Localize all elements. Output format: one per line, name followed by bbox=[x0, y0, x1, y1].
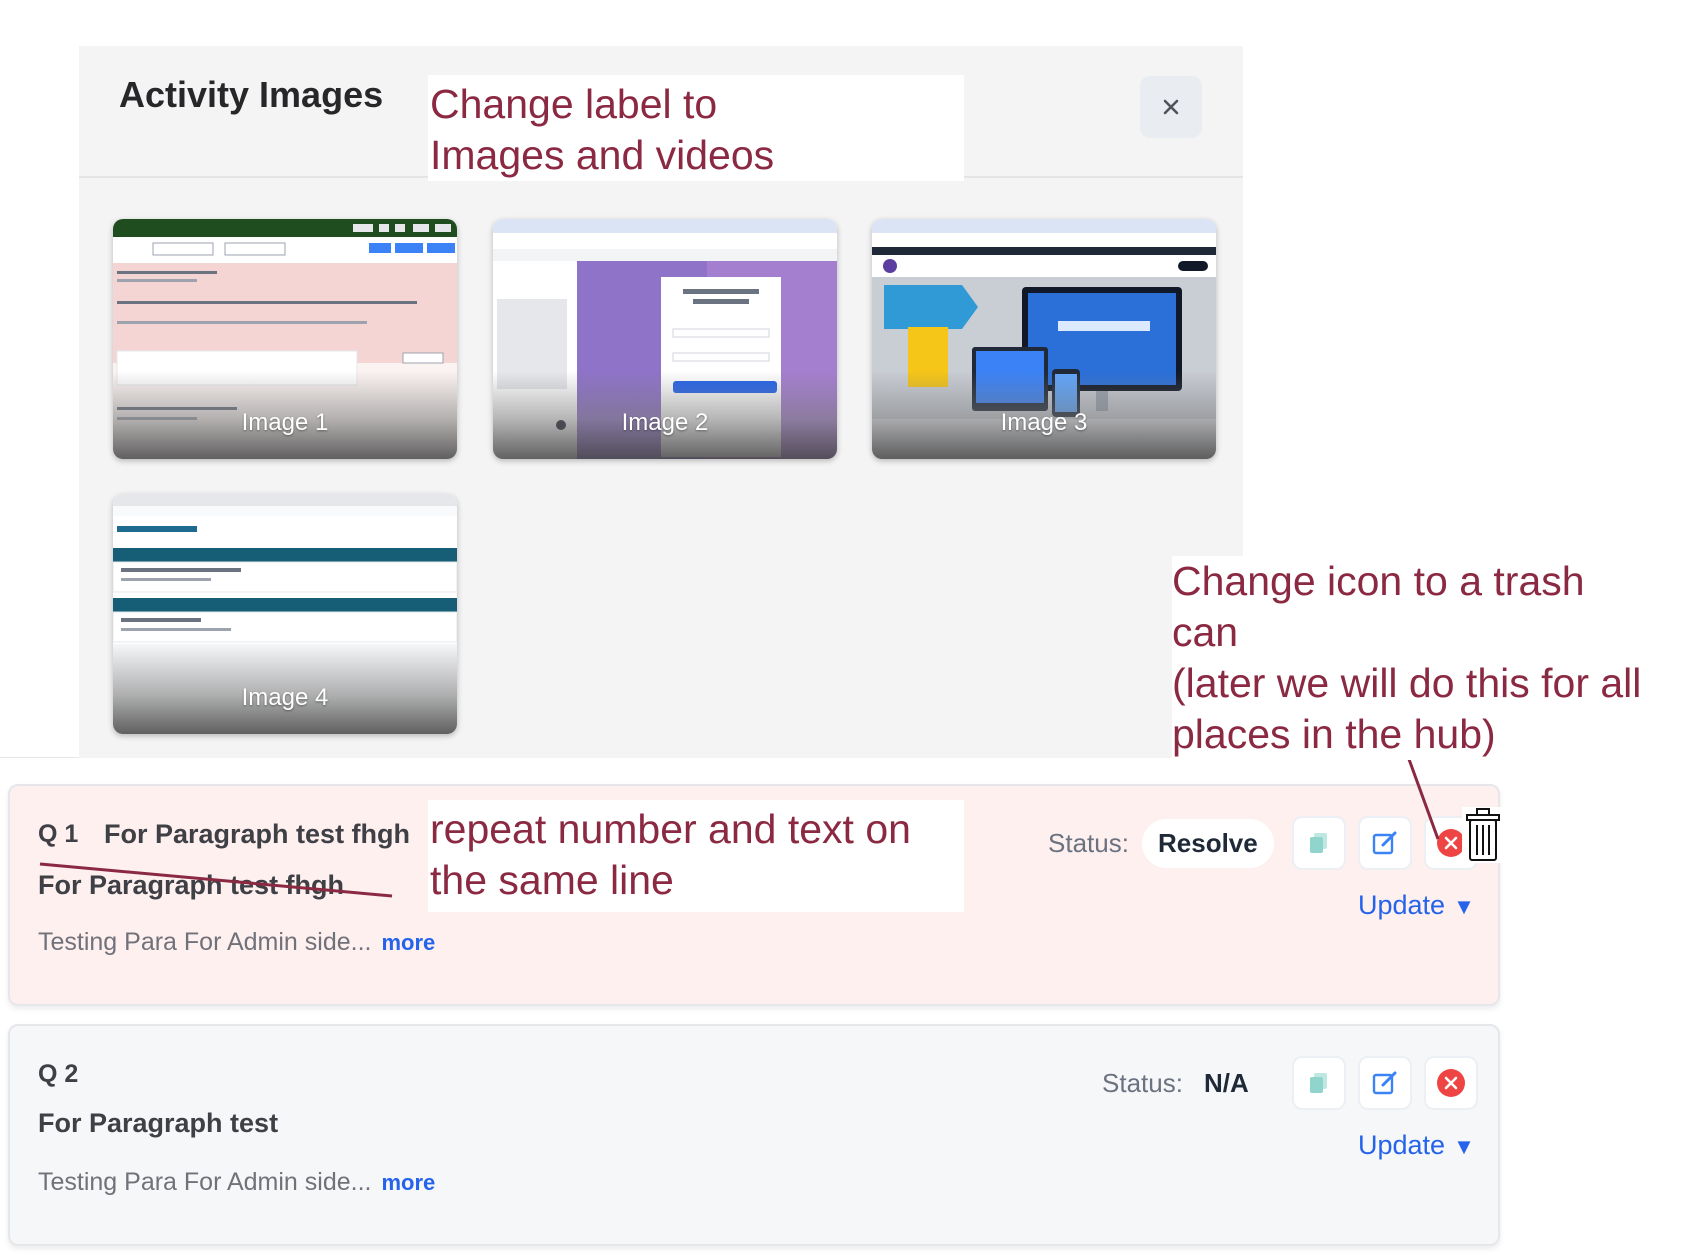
more-link[interactable]: more bbox=[381, 930, 435, 955]
question-description: Testing Para For Admin side... more bbox=[38, 1168, 435, 1197]
description-text: Testing Para For Admin side... bbox=[38, 1168, 372, 1196]
close-button[interactable] bbox=[1140, 76, 1202, 138]
more-link[interactable]: more bbox=[381, 1170, 435, 1195]
delete-button[interactable] bbox=[1424, 1056, 1478, 1110]
description-text: Testing Para For Admin side... bbox=[38, 928, 372, 956]
image-caption: Image 1 bbox=[241, 409, 329, 436]
status-label: Status: bbox=[1048, 828, 1129, 858]
divider bbox=[0, 757, 79, 758]
strikethrough-mark bbox=[39, 862, 393, 898]
question-title: For Paragraph test bbox=[38, 1108, 279, 1138]
update-dropdown[interactable]: Update ▼ bbox=[1358, 1130, 1475, 1161]
modal-title: Activity Images bbox=[119, 74, 384, 115]
edit-icon bbox=[1372, 1071, 1397, 1095]
image-thumbnail-3[interactable]: Image 3 bbox=[872, 219, 1216, 459]
annotation-icon-note: Change icon to a trash can (later we wil… bbox=[1172, 556, 1706, 760]
copy-button[interactable] bbox=[1292, 816, 1346, 870]
copy-button[interactable] bbox=[1292, 1056, 1346, 1110]
question-number: Q 1 bbox=[38, 820, 79, 848]
image-thumbnail-2[interactable]: Image 2 bbox=[493, 219, 837, 459]
image-caption: Image 2 bbox=[621, 409, 709, 436]
edit-button[interactable] bbox=[1358, 1056, 1412, 1110]
image-thumbnail-4[interactable]: Image 4 bbox=[113, 494, 457, 734]
trash-can-button[interactable] bbox=[1462, 807, 1504, 863]
question-title-inline: For Paragraph test fhgh bbox=[104, 819, 411, 849]
status-badge[interactable]: N/A bbox=[1204, 1068, 1249, 1099]
annotation-line-note: repeat number and text on the same line bbox=[428, 800, 964, 912]
question-card-2: Q 2 For Paragraph test Testing Para For … bbox=[8, 1024, 1500, 1246]
image-caption: Image 4 bbox=[241, 684, 329, 711]
question-number: Q 2 bbox=[38, 1060, 79, 1088]
annotation-label-note: Change label to Images and videos bbox=[428, 75, 964, 181]
update-label: Update bbox=[1358, 1130, 1446, 1160]
question-description: Testing Para For Admin side... more bbox=[38, 928, 435, 957]
caret-down-icon: ▼ bbox=[1453, 894, 1475, 919]
image-thumbnail-1[interactable]: Image 1 bbox=[113, 219, 457, 459]
status-badge[interactable]: Resolve bbox=[1142, 819, 1274, 868]
caret-down-icon: ▼ bbox=[1453, 1134, 1475, 1159]
copy-icon bbox=[1310, 1073, 1327, 1093]
status-label: Status: bbox=[1102, 1068, 1183, 1098]
image-caption: Image 3 bbox=[1000, 409, 1088, 436]
copy-icon bbox=[1310, 833, 1327, 853]
update-label: Update bbox=[1358, 890, 1446, 920]
trash-can-icon bbox=[1466, 808, 1500, 861]
update-dropdown[interactable]: Update ▼ bbox=[1358, 890, 1475, 921]
close-icon bbox=[1163, 99, 1179, 115]
delete-circle-icon bbox=[1437, 1069, 1465, 1097]
